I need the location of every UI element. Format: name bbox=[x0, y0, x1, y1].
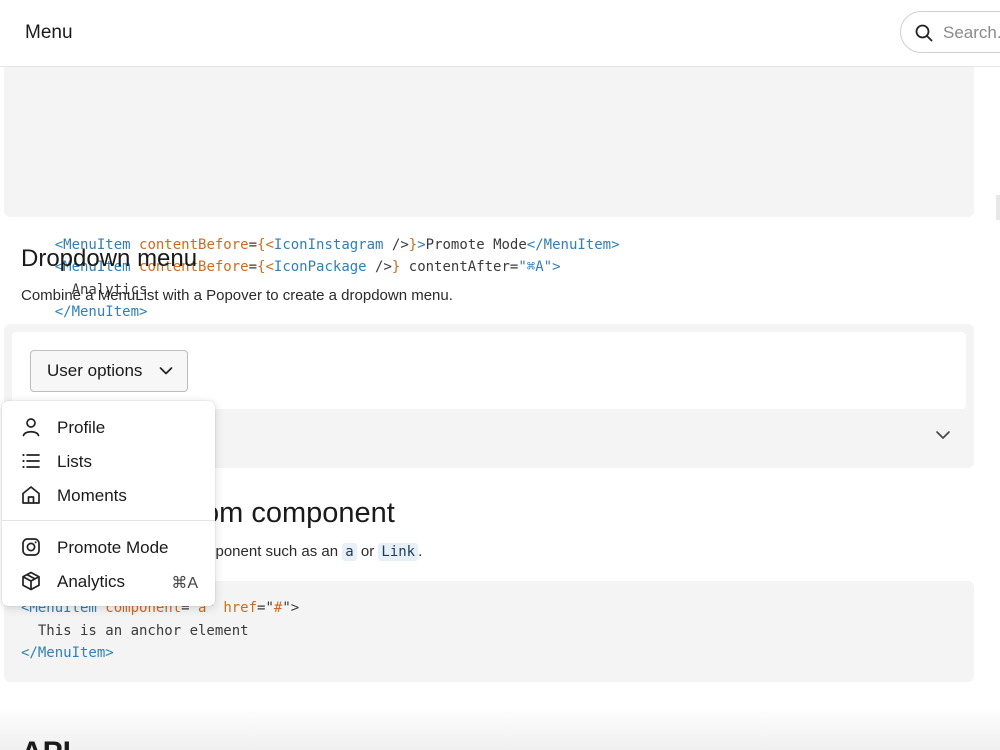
code-line: This is an anchor element bbox=[21, 620, 299, 643]
menu-item-promote-mode[interactable]: Promote Mode bbox=[2, 531, 215, 563]
code-token: {< bbox=[257, 259, 274, 275]
menu-item-profile[interactable]: Profile bbox=[2, 411, 215, 443]
code-token: } bbox=[391, 259, 409, 275]
chevron-down-icon bbox=[159, 367, 173, 375]
desc-text: or bbox=[356, 543, 379, 560]
code-line-faded bbox=[21, 99, 620, 122]
section-title-api: API bbox=[21, 736, 71, 750]
code-token: = bbox=[248, 236, 258, 253]
dropdown-popover: Profile Lists Moments Promote Mode Analy… bbox=[2, 401, 215, 606]
inline-code-a: a bbox=[342, 543, 357, 561]
code-token: /> bbox=[375, 259, 392, 275]
keyboard-shortcut: ⌘A bbox=[171, 575, 198, 592]
code-token: </MenuItem> bbox=[54, 304, 148, 320]
code-token: contentAfter bbox=[408, 259, 510, 275]
menu-item-label: Promote Mode bbox=[57, 538, 169, 557]
user-icon bbox=[22, 418, 40, 437]
code-token: IconPackage bbox=[273, 259, 376, 275]
code-token: > bbox=[417, 236, 426, 253]
menu-item-moments[interactable]: Moments bbox=[2, 479, 215, 511]
search-icon bbox=[915, 24, 933, 42]
user-options-label: User options bbox=[47, 361, 143, 380]
code-token: > bbox=[552, 259, 561, 275]
page-title: Menu bbox=[25, 22, 73, 43]
code-token: =" bbox=[257, 600, 274, 616]
instagram-icon bbox=[22, 538, 40, 556]
code-token: "> bbox=[282, 600, 300, 616]
menu-item-label: Profile bbox=[57, 418, 106, 437]
code-token: </MenuItem> bbox=[526, 236, 620, 253]
code-line: </MenuItem> bbox=[21, 642, 299, 665]
expand-code-chevron-icon[interactable] bbox=[935, 430, 951, 440]
section-description-custom: mponent such as an a or Link. bbox=[203, 543, 423, 561]
code-token: {< bbox=[257, 236, 274, 253]
code-token: Promote Mode bbox=[425, 236, 527, 253]
code-line-faded bbox=[21, 166, 620, 189]
code-token: This is an anchor element bbox=[37, 622, 249, 639]
desc-text: mponent such as an bbox=[203, 543, 343, 560]
code-token: IconInstagram bbox=[273, 236, 392, 253]
code-token: "⌘A" bbox=[518, 259, 553, 275]
menu-item-label: Lists bbox=[57, 452, 92, 471]
home-icon bbox=[22, 486, 40, 504]
search-box[interactable] bbox=[900, 11, 1000, 53]
top-header: Menu bbox=[0, 0, 1000, 67]
section-title-dropdown: Dropdown menu bbox=[21, 245, 198, 272]
menu-item-lists[interactable]: Lists bbox=[2, 445, 215, 477]
menu-item-label: Moments bbox=[57, 486, 127, 505]
list-icon bbox=[22, 453, 40, 469]
inline-code-link: Link bbox=[378, 543, 419, 561]
section-title-custom-component: om component bbox=[203, 497, 395, 529]
search-input[interactable] bbox=[943, 22, 1000, 44]
menu-item-analytics[interactable]: Analytics ⌘A bbox=[2, 565, 215, 597]
menu-divider bbox=[2, 520, 215, 521]
user-options-button[interactable]: User options bbox=[30, 350, 188, 392]
section-description-dropdown: Combine a MenuList with a Popover to cre… bbox=[21, 287, 453, 304]
code-token: = bbox=[248, 259, 258, 275]
code-token: } bbox=[408, 236, 418, 253]
scrollbar-track[interactable] bbox=[996, 195, 1000, 220]
demo-preview: User options bbox=[12, 332, 966, 409]
footer-fade bbox=[0, 705, 1000, 750]
code-token: /> bbox=[391, 236, 409, 253]
code-snippet: <MenuItem component="a" href="#"> This i… bbox=[21, 597, 299, 665]
menu-item-label: Analytics bbox=[57, 572, 126, 591]
code-token: href bbox=[223, 600, 258, 616]
code-token: </MenuItem> bbox=[21, 645, 114, 661]
package-icon bbox=[22, 571, 40, 591]
desc-text: . bbox=[418, 543, 423, 560]
code-line: </MenuItem> bbox=[21, 301, 620, 324]
